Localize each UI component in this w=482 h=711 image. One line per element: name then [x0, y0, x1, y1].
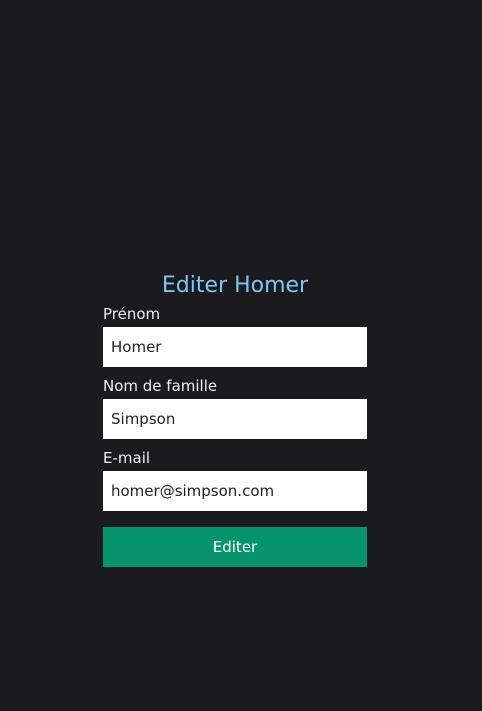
email-label: E-mail	[103, 449, 151, 467]
email-input[interactable]	[103, 471, 367, 511]
last-name-field: Nom de famille	[103, 373, 367, 439]
edit-user-form: Editer Homer Prénom Nom de famille E-mai…	[103, 271, 367, 567]
corner-decoration-icon	[440, 0, 464, 4]
last-name-label: Nom de famille	[103, 377, 218, 395]
last-name-input[interactable]	[103, 399, 367, 439]
submit-edit-button[interactable]: Editer	[103, 527, 367, 567]
first-name-label: Prénom	[103, 305, 161, 323]
first-name-field: Prénom	[103, 301, 367, 367]
first-name-input[interactable]	[103, 327, 367, 367]
email-field: E-mail	[103, 445, 367, 511]
form-title: Editer Homer	[161, 273, 309, 298]
